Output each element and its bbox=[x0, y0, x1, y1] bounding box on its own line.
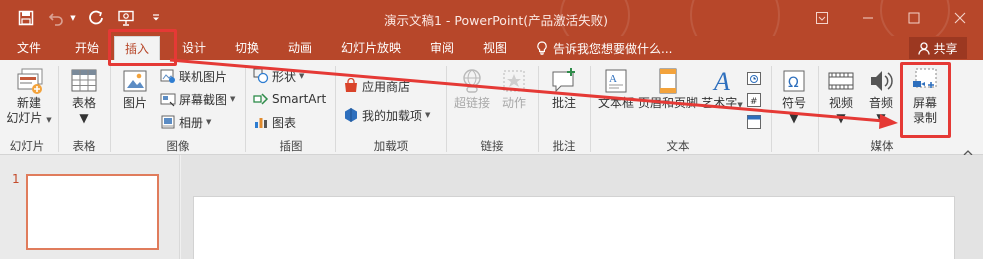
annotation-arrow bbox=[169, 58, 898, 129]
